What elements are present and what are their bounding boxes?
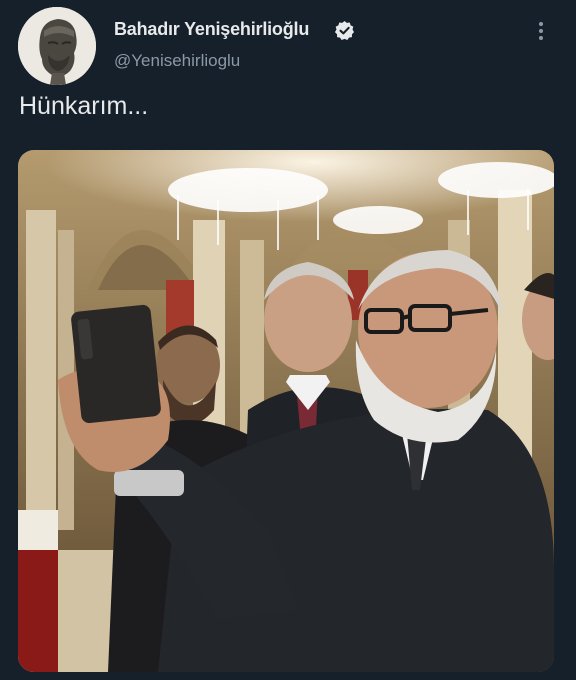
tweet-text: Hünkarım... <box>19 92 149 120</box>
photo-selfie <box>18 150 554 672</box>
tweet-card: Bahadır Yenişehirlioğlu @Yenisehirlioglu… <box>0 0 576 680</box>
verified-badge-icon <box>334 20 355 41</box>
author-display-name[interactable]: Bahadır Yenişehirlioğlu <box>114 19 309 40</box>
more-vertical-icon[interactable] <box>528 18 554 44</box>
tweet-photo[interactable] <box>18 150 554 672</box>
author-handle[interactable]: @Yenisehirlioglu <box>114 51 240 71</box>
avatar[interactable] <box>18 7 96 85</box>
avatar-icon <box>18 7 96 85</box>
